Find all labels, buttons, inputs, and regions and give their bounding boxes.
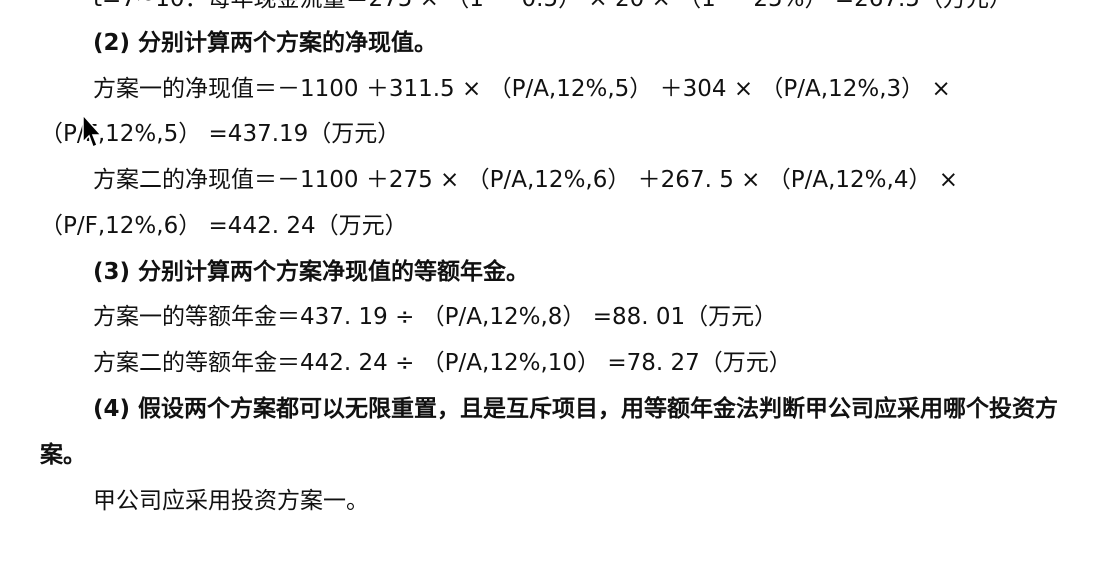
plan2-npv-formula-line2: （P/F,12%,6） =442. 24（万元） (40, 213, 408, 239)
document-page: t=7~10：每年现金流量＝275 × （1 － 0.5） × 20 × （1 … (0, 0, 1106, 564)
plan1-npv-formula-line1: 方案一的净现值＝－1100 ＋311.5 × （P/A,12%,5） ＋304 … (93, 76, 951, 102)
question-2-heading: (2) 分别计算两个方案的净现值。 (93, 30, 438, 56)
plan1-npv-formula-line2: （P/F,12%,5） =437.19（万元） (40, 121, 401, 147)
question-4-heading-line1: (4) 假设两个方案都可以无限重置，且是互斥项目，用等额年金法判断甲公司应采用哪… (93, 396, 1059, 422)
plan2-npv-formula-line1: 方案二的净现值＝－1100 ＋275 × （P/A,12%,6） ＋267. 5… (93, 167, 959, 193)
question-3-heading: (3) 分别计算两个方案净现值的等额年金。 (93, 259, 530, 285)
plan1-annuity-formula: 方案一的等额年金＝437. 19 ÷ （P/A,12%,8） =88. 01（万… (93, 304, 778, 330)
question-4-heading-line2: 案。 (40, 442, 86, 468)
plan2-annuity-formula: 方案二的等额年金＝442. 24 ÷ （P/A,12%,10） =78. 27（… (93, 350, 792, 376)
answer-text: 甲公司应采用投资方案一。 (93, 488, 369, 514)
text-line-partial-top: t=7~10：每年现金流量＝275 × （1 － 0.5） × 20 × （1 … (93, 0, 1012, 14)
